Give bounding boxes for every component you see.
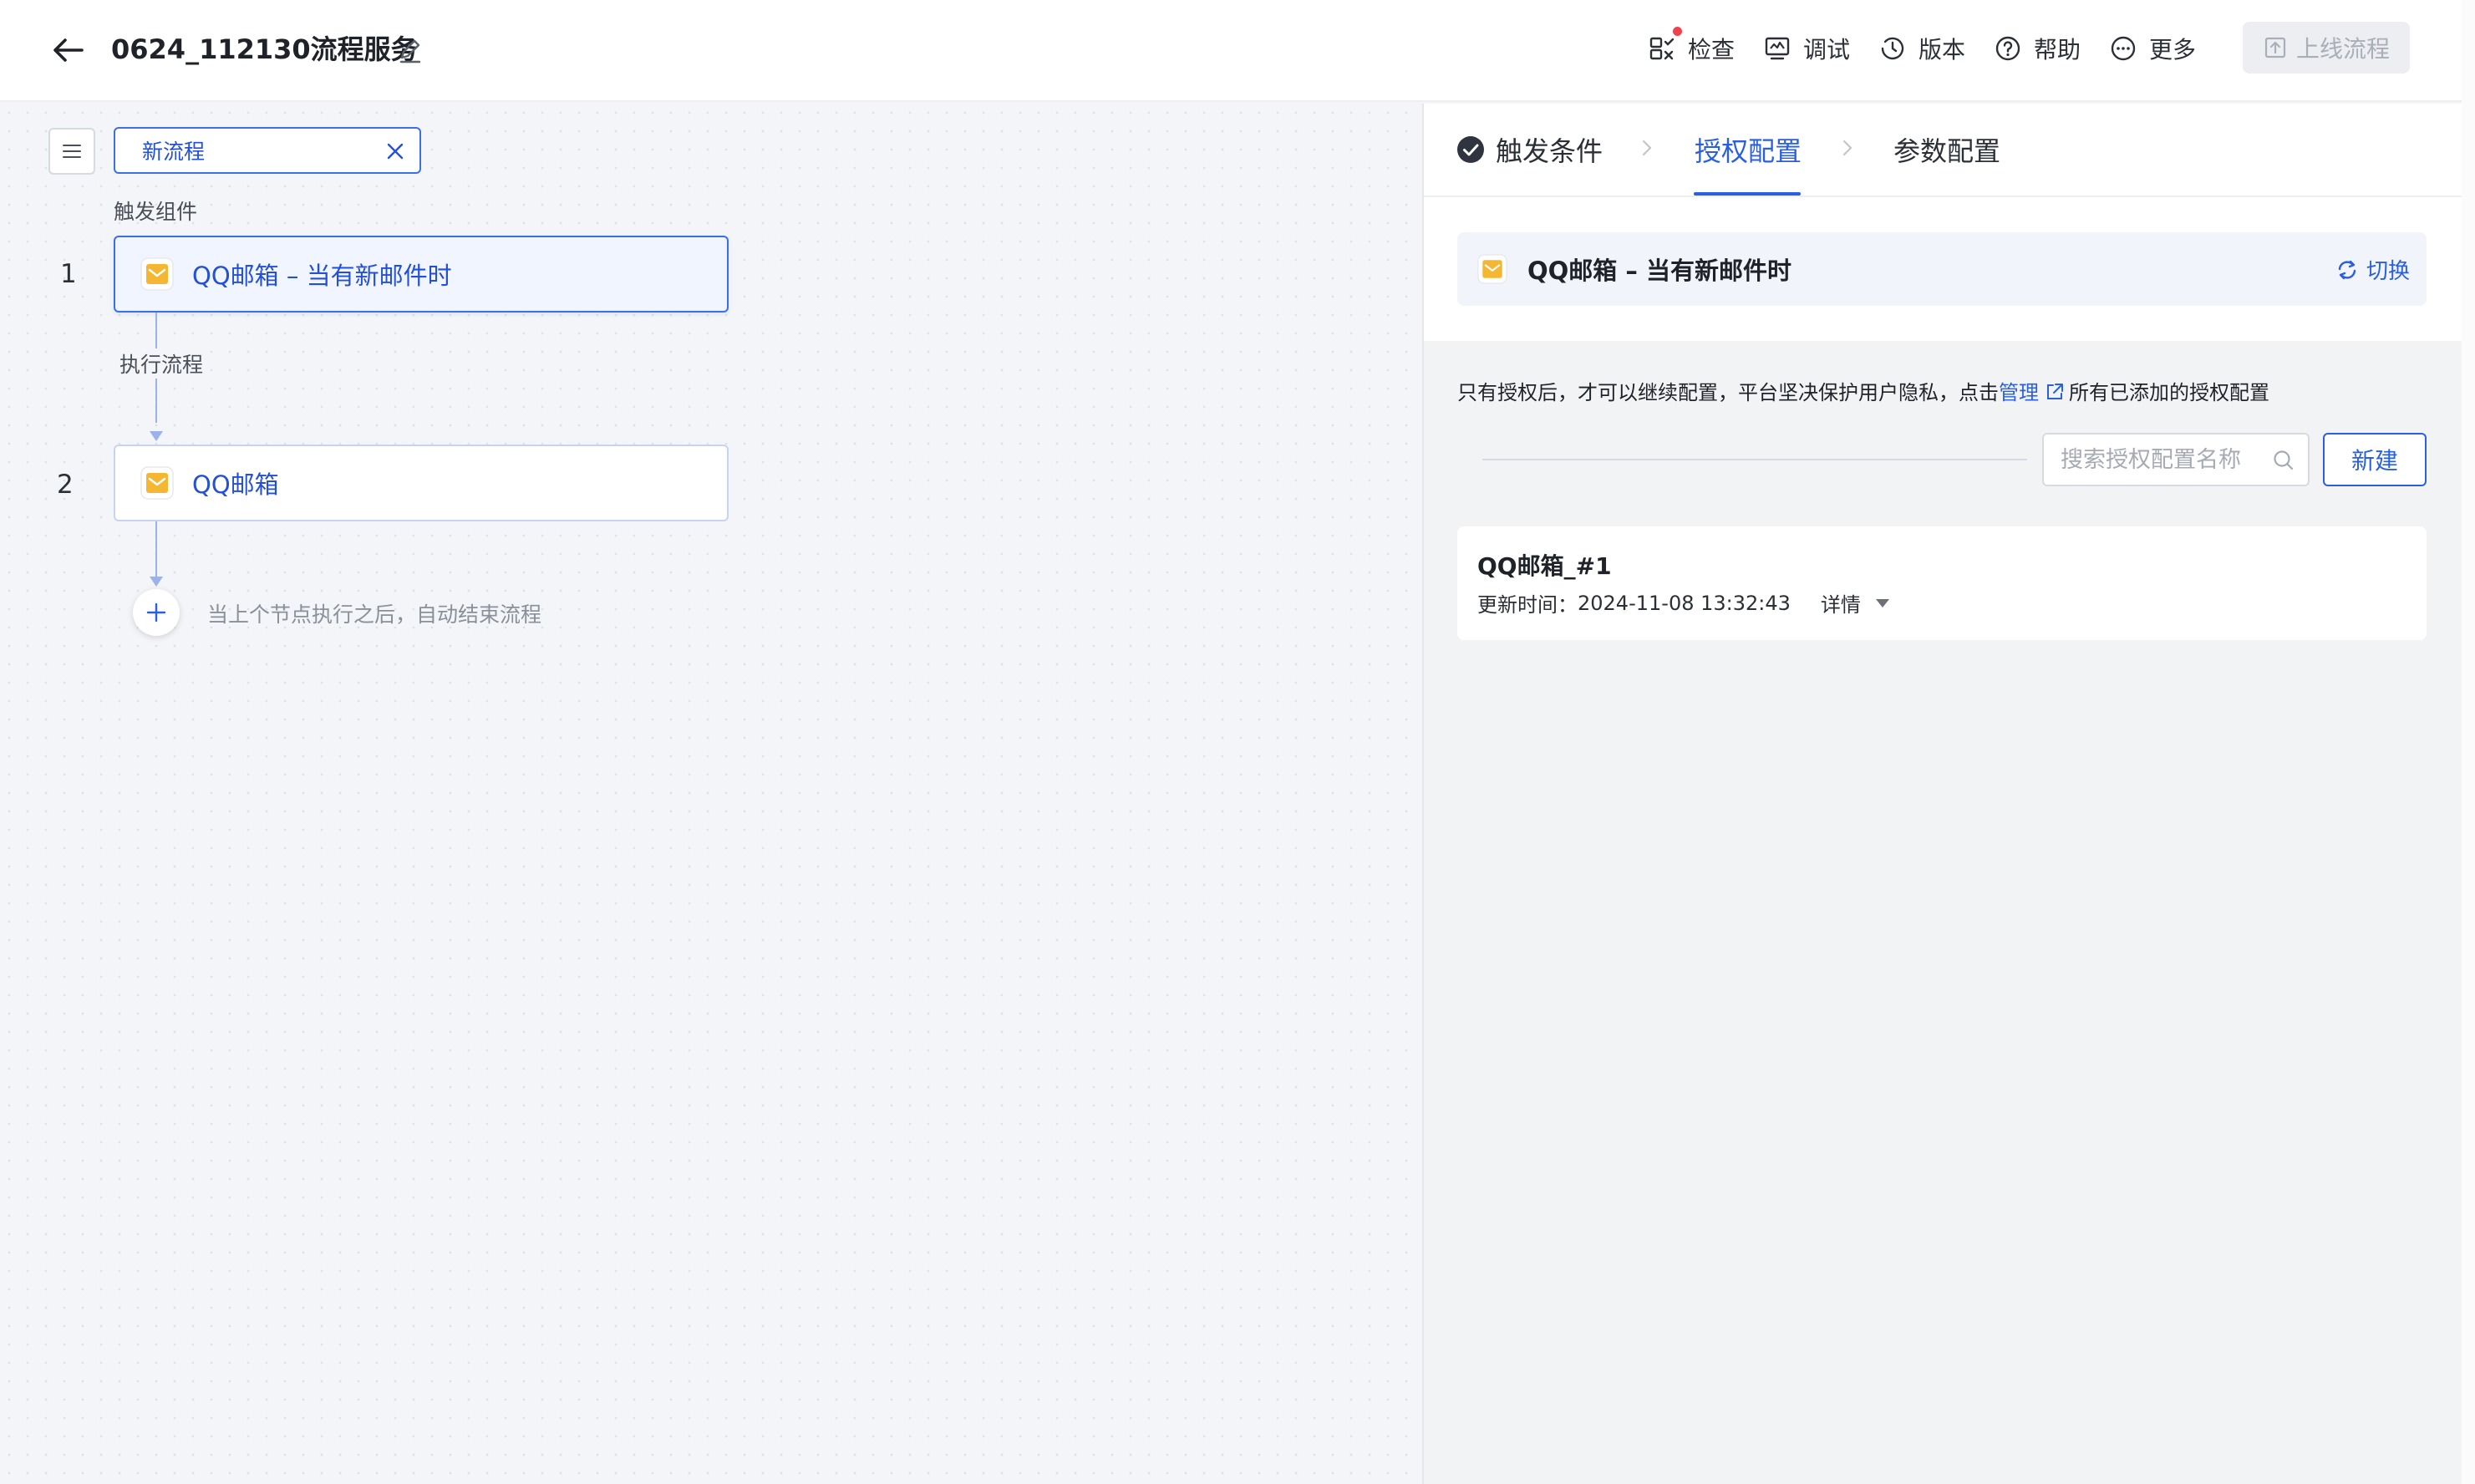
step-auth[interactable]: 授权配置 bbox=[1695, 130, 1802, 169]
node-label: QQ邮箱 – 当有新邮件时 bbox=[192, 262, 452, 290]
check-circle-icon bbox=[1457, 136, 1484, 163]
plus-icon bbox=[146, 602, 166, 623]
auth-search-box[interactable] bbox=[2042, 433, 2310, 486]
debug-monitor-icon bbox=[1765, 37, 1790, 60]
more-label: 更多 bbox=[2149, 36, 2197, 64]
publish-label: 上线流程 bbox=[2295, 35, 2390, 63]
active-step-indicator bbox=[1694, 192, 1801, 196]
debug-label: 调试 bbox=[1803, 36, 1851, 64]
step-params[interactable]: 参数配置 bbox=[1893, 130, 2000, 169]
publish-flow-button[interactable]: 上线流程 bbox=[2243, 22, 2410, 74]
selected-trigger-card: QQ邮箱 – 当有新邮件时 切换 bbox=[1457, 232, 2427, 306]
search-icon[interactable] bbox=[2271, 448, 2296, 473]
node-index: 1 bbox=[60, 259, 77, 289]
detail-label: 详情 bbox=[1820, 593, 1861, 617]
node-index: 2 bbox=[57, 470, 74, 500]
refresh-icon bbox=[2338, 260, 2356, 279]
upload-icon bbox=[2264, 37, 2286, 58]
check-list-icon bbox=[1649, 37, 1675, 60]
auth-config-item[interactable]: QQ邮箱_#1 更新时间： 2024-11-08 13:32:43 详情 bbox=[1457, 526, 2427, 640]
edit-pencil-icon[interactable] bbox=[396, 37, 424, 65]
switch-label: 切换 bbox=[2366, 259, 2410, 284]
menu-lines-icon bbox=[63, 145, 81, 158]
auth-config-meta: 更新时间： 2024-11-08 13:32:43 详情 bbox=[1477, 588, 1889, 617]
flow-node-action[interactable]: QQ邮箱 bbox=[114, 445, 729, 521]
version-button[interactable]: 版本 bbox=[1878, 30, 1965, 67]
step-label: 授权配置 bbox=[1695, 135, 1802, 167]
updated-time: 2024-11-08 13:32:43 bbox=[1578, 591, 1791, 615]
new-auth-button[interactable]: 新建 bbox=[2323, 433, 2427, 486]
chevron-right-icon bbox=[1842, 140, 1852, 156]
updated-label: 更新时间： bbox=[1477, 593, 1578, 617]
check-label: 检查 bbox=[1688, 36, 1736, 64]
trigger-card-label: QQ邮箱 – 当有新邮件时 bbox=[1527, 257, 1791, 285]
mail-icon bbox=[1477, 254, 1507, 284]
history-clock-icon bbox=[1881, 37, 1904, 60]
debug-button[interactable]: 调试 bbox=[1763, 30, 1850, 67]
auth-search-input[interactable] bbox=[2061, 446, 2244, 473]
flow-name-tag[interactable]: 新流程 bbox=[114, 127, 421, 174]
mail-icon bbox=[140, 257, 174, 291]
check-button[interactable]: 检查 bbox=[1648, 27, 1736, 67]
exec-section-label: 执行流程 bbox=[118, 348, 206, 379]
mail-icon bbox=[140, 466, 174, 500]
auth-note: 只有授权后，才可以继续配置，平台坚决保护用户隐私，点击管理 所有已添加的授权配置 bbox=[1457, 376, 2269, 405]
chevron-right-icon bbox=[1642, 140, 1652, 156]
help-circle-icon bbox=[1995, 36, 2020, 61]
divider bbox=[1482, 459, 2027, 460]
flow-name-label: 新流程 bbox=[142, 140, 206, 164]
switch-trigger-button[interactable]: 切换 bbox=[2335, 254, 2410, 285]
add-node-button[interactable] bbox=[133, 589, 180, 636]
node-label: QQ邮箱 bbox=[192, 470, 279, 499]
step-label: 触发条件 bbox=[1496, 135, 1603, 167]
outline-toggle-button[interactable] bbox=[48, 128, 95, 175]
page-title: 0624_112130流程服务 bbox=[111, 33, 418, 65]
window-edge bbox=[2462, 0, 2475, 1484]
trigger-section-label: 触发组件 bbox=[114, 200, 198, 224]
more-dots-icon bbox=[2111, 36, 2136, 61]
auth-note-text: 只有授权后，才可以继续配置，平台坚决保护用户隐私，点击 bbox=[1457, 381, 1999, 404]
help-button[interactable]: 帮助 bbox=[1994, 30, 2081, 67]
manage-link[interactable]: 管理 bbox=[1999, 381, 2039, 404]
detail-toggle[interactable]: 详情 bbox=[1821, 588, 1889, 617]
connector-arrow bbox=[150, 431, 163, 441]
flow-node-trigger[interactable]: QQ邮箱 – 当有新邮件时 bbox=[114, 236, 729, 313]
version-label: 版本 bbox=[1919, 36, 1966, 64]
notification-dot bbox=[1673, 27, 1682, 36]
caret-down-icon bbox=[1875, 598, 1889, 607]
help-label: 帮助 bbox=[2034, 36, 2081, 64]
auth-note-text: 所有已添加的授权配置 bbox=[2069, 381, 2269, 404]
more-button[interactable]: 更多 bbox=[2109, 30, 2196, 67]
connector-arrow bbox=[150, 577, 163, 587]
external-link-icon[interactable] bbox=[2044, 381, 2066, 403]
step-trigger[interactable]: 触发条件 bbox=[1456, 130, 1603, 169]
back-arrow-icon[interactable] bbox=[48, 30, 89, 70]
step-label: 参数配置 bbox=[1893, 135, 2001, 167]
end-flow-hint: 当上个节点执行之后，自动结束流程 bbox=[207, 602, 542, 627]
auth-config-name: QQ邮箱_#1 bbox=[1477, 552, 1612, 580]
close-icon[interactable] bbox=[383, 139, 408, 164]
connector-line bbox=[155, 521, 157, 577]
